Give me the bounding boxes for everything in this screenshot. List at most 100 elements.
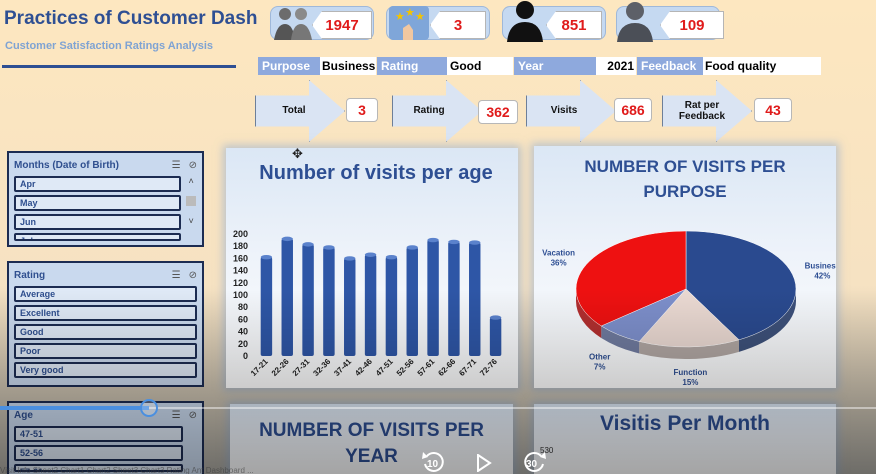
video-progress-fill	[0, 406, 149, 410]
dashboard-subtitle: Customer Satisfaction Ratings Analysis	[5, 40, 214, 52]
visits-arrow-label: Visits	[550, 105, 578, 116]
pie-data-label: Other 7%	[589, 353, 610, 372]
y-tick-label: 0	[243, 351, 248, 361]
visits-per-purpose-panel: NUMBER OF VISITS PER PURPOSE Business42%…	[534, 146, 836, 388]
slicer-item-very-good[interactable]: Very good	[14, 362, 197, 378]
chevron-up-icon[interactable]: ˄	[189, 176, 194, 186]
pie-data-label: Business42%	[805, 262, 836, 281]
svg-text:★: ★	[405, 7, 415, 19]
age-slicer-title: Age	[14, 409, 33, 421]
bar	[364, 252, 377, 356]
title-underline	[2, 65, 236, 68]
rat-per-feedback-arrow-label: Rat per Feedback	[678, 100, 726, 122]
move-cursor-icon: ✥	[292, 146, 303, 161]
visits-per-year-title: NUMBER OF VISITS PER YEAR	[259, 420, 484, 467]
total-arrow-value: 3	[346, 98, 378, 122]
slicer-item-poor[interactable]: Poor	[14, 343, 197, 359]
slicer-item-average[interactable]: Average	[14, 286, 197, 302]
pie-data-label: Vacation 36%	[542, 248, 575, 267]
bar	[323, 245, 335, 356]
slicer-scrollbar[interactable]: ˄ ˅	[185, 176, 197, 241]
purpose-filter-value[interactable]: Business	[320, 57, 376, 75]
bar	[281, 236, 293, 356]
clear-filter-icon[interactable]: ⊘	[189, 160, 197, 171]
x-tick-label: 42-46	[353, 357, 374, 378]
kpi-value-1: 1947	[312, 11, 372, 39]
rating-filter-label: Rating	[377, 57, 447, 75]
x-tick-label: 47-51	[374, 357, 395, 378]
slicer-item-jul[interactable]: Jul	[14, 233, 182, 241]
slicer-item-jun[interactable]: Jun	[14, 214, 182, 230]
multi-select-icon[interactable]: ☰	[172, 160, 181, 171]
clear-filter-icon[interactable]: ⊘	[189, 410, 197, 421]
x-tick-label: 17-21	[249, 357, 270, 378]
months-slicer-title: Months (Date of Birth)	[14, 159, 119, 171]
visits-per-month-panel: Visitis Per Month 530	[534, 404, 836, 474]
slicer-item-may[interactable]: May	[14, 195, 182, 211]
person-bust-icon	[612, 0, 658, 42]
total-arrow-label: Total	[282, 105, 306, 116]
x-tick-label: 67-71	[457, 357, 478, 378]
kpi-value-3: 851	[546, 11, 602, 39]
x-tick-label: 62-66	[436, 357, 457, 378]
rating-arrow-label: Rating	[413, 105, 445, 116]
y-tick-label: 60	[238, 314, 248, 324]
y-tick-label: 120	[233, 278, 248, 288]
multi-select-icon[interactable]: ☰	[172, 410, 181, 421]
bar	[469, 240, 481, 356]
scroll-thumb[interactable]	[186, 196, 197, 206]
dashboard-title: Practices of Customer Dash	[4, 8, 258, 29]
rating-slicer-title: Rating	[14, 269, 46, 281]
x-tick-label: 32-36	[311, 357, 332, 378]
slicer-item-47-51[interactable]: 47-51	[14, 426, 183, 442]
purpose-filter-label: Purpose	[258, 57, 320, 75]
star-rating-hand-icon: ★ ★ ★	[386, 2, 432, 42]
y-tick-label: 200	[233, 229, 248, 239]
visits-per-month-title: Visitis Per Month	[600, 412, 770, 435]
bar	[427, 237, 439, 356]
kpi-value-2: 3	[430, 11, 486, 39]
feedback-filter-label: Feedback	[637, 57, 703, 75]
video-progress-handle[interactable]	[139, 399, 158, 417]
slicer-item-apr[interactable]: Apr	[14, 176, 182, 192]
bar	[448, 239, 460, 356]
chevron-down-icon[interactable]: ˅	[189, 216, 194, 226]
svg-text:★: ★	[395, 11, 405, 23]
visits-per-year-panel: NUMBER OF VISITS PER YEAR	[230, 404, 513, 474]
months-slicer: Months (Date of Birth) ☰ ⊘ Apr May Jun Ju…	[7, 151, 204, 247]
y-tick-label: 40	[238, 327, 248, 337]
x-tick-label: 27-31	[291, 357, 312, 378]
kpi-value-4: 109	[660, 11, 724, 39]
slicer-item-excellent[interactable]: Excellent	[14, 305, 197, 321]
y-tick-label: 180	[233, 241, 248, 251]
group-people-icon	[270, 2, 316, 42]
person-silhouette-icon	[502, 0, 548, 42]
slicer-item-52-56[interactable]: 52-56	[14, 445, 183, 461]
y-tick-label: 140	[233, 266, 248, 276]
feedback-filter-value[interactable]: Food quality	[703, 57, 821, 75]
year-filter-value[interactable]: 2021	[596, 57, 636, 75]
rating-filter-value[interactable]: Good	[447, 57, 513, 75]
x-tick-label: 72-76	[478, 357, 499, 378]
clear-filter-icon[interactable]: ⊘	[189, 270, 197, 281]
slicer-item-good[interactable]: Good	[14, 324, 197, 340]
rating-slicer: Rating ☰ ⊘ Average Excellent Good Poor Ve…	[7, 261, 204, 387]
sheet-tabs[interactable]: Visit Info Sheet2 Chart1 Chart2 Sheet3 C…	[0, 466, 876, 474]
bar	[344, 256, 356, 356]
visits-arrow-value: 686	[614, 98, 652, 122]
y-tick-label: 80	[238, 302, 248, 312]
multi-select-icon[interactable]: ☰	[172, 270, 181, 281]
bar	[302, 242, 314, 356]
rat-per-feedback-arrow-value: 43	[754, 98, 792, 122]
rating-arrow-value: 362	[478, 100, 518, 124]
pie-data-label: Function 15%	[674, 368, 708, 387]
x-tick-label: 52-56	[395, 357, 416, 378]
x-tick-label: 57-61	[416, 357, 437, 378]
y-tick-label: 160	[233, 253, 248, 263]
x-tick-label: 37-41	[332, 357, 353, 378]
visits-per-age-chart: 0 20 40 60 80 100 120 140 160 180 200 17-21 22-26 27-…	[233, 229, 502, 378]
age-slicer: Age ☰ ⊘ 47-51 52-56 57-61	[7, 401, 204, 474]
bar	[406, 245, 418, 356]
x-tick-label: 22-26	[270, 357, 291, 378]
y-tick-label: 20	[238, 339, 248, 349]
